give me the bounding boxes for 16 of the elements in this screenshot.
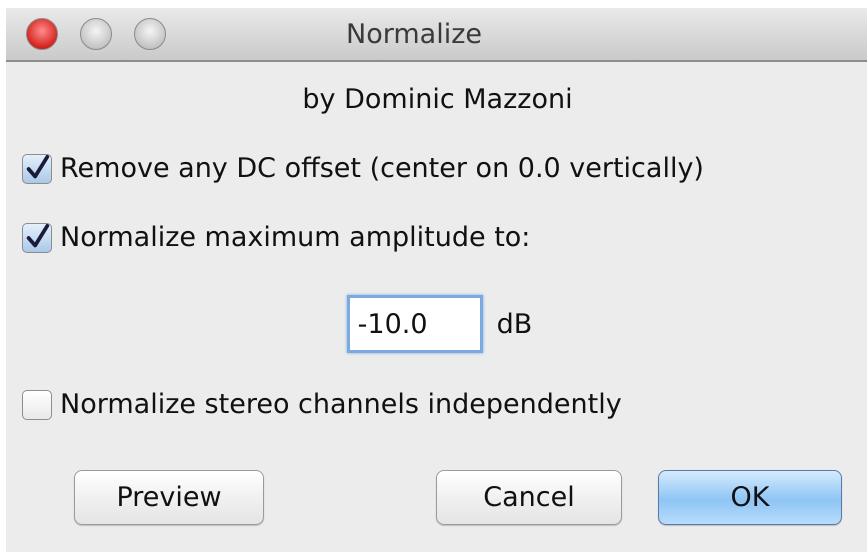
window-title: Normalize [346,18,482,50]
amplitude-field[interactable]: -10.0 [346,295,483,353]
default-button[interactable]: OK [658,470,842,525]
checkbox-label: Normalize stereo channels independently [60,389,622,420]
checkbox[interactable] [22,390,52,420]
dialog-button[interactable]: Preview [74,470,264,525]
checkbox[interactable] [22,222,52,252]
zoom-button[interactable] [134,18,166,50]
unit-label: dB [496,308,532,340]
close-button[interactable] [26,18,58,50]
checkbox-label: Normalize maximum amplitude to: [60,222,530,253]
dialog-button[interactable]: Cancel [436,470,622,525]
author-label: by Dominic Mazzoni [302,84,573,115]
checkbox-label: Remove any DC offset (center on 0.0 vertically) [60,153,704,184]
checkbox[interactable] [22,154,52,184]
minimize-button[interactable] [80,18,112,50]
